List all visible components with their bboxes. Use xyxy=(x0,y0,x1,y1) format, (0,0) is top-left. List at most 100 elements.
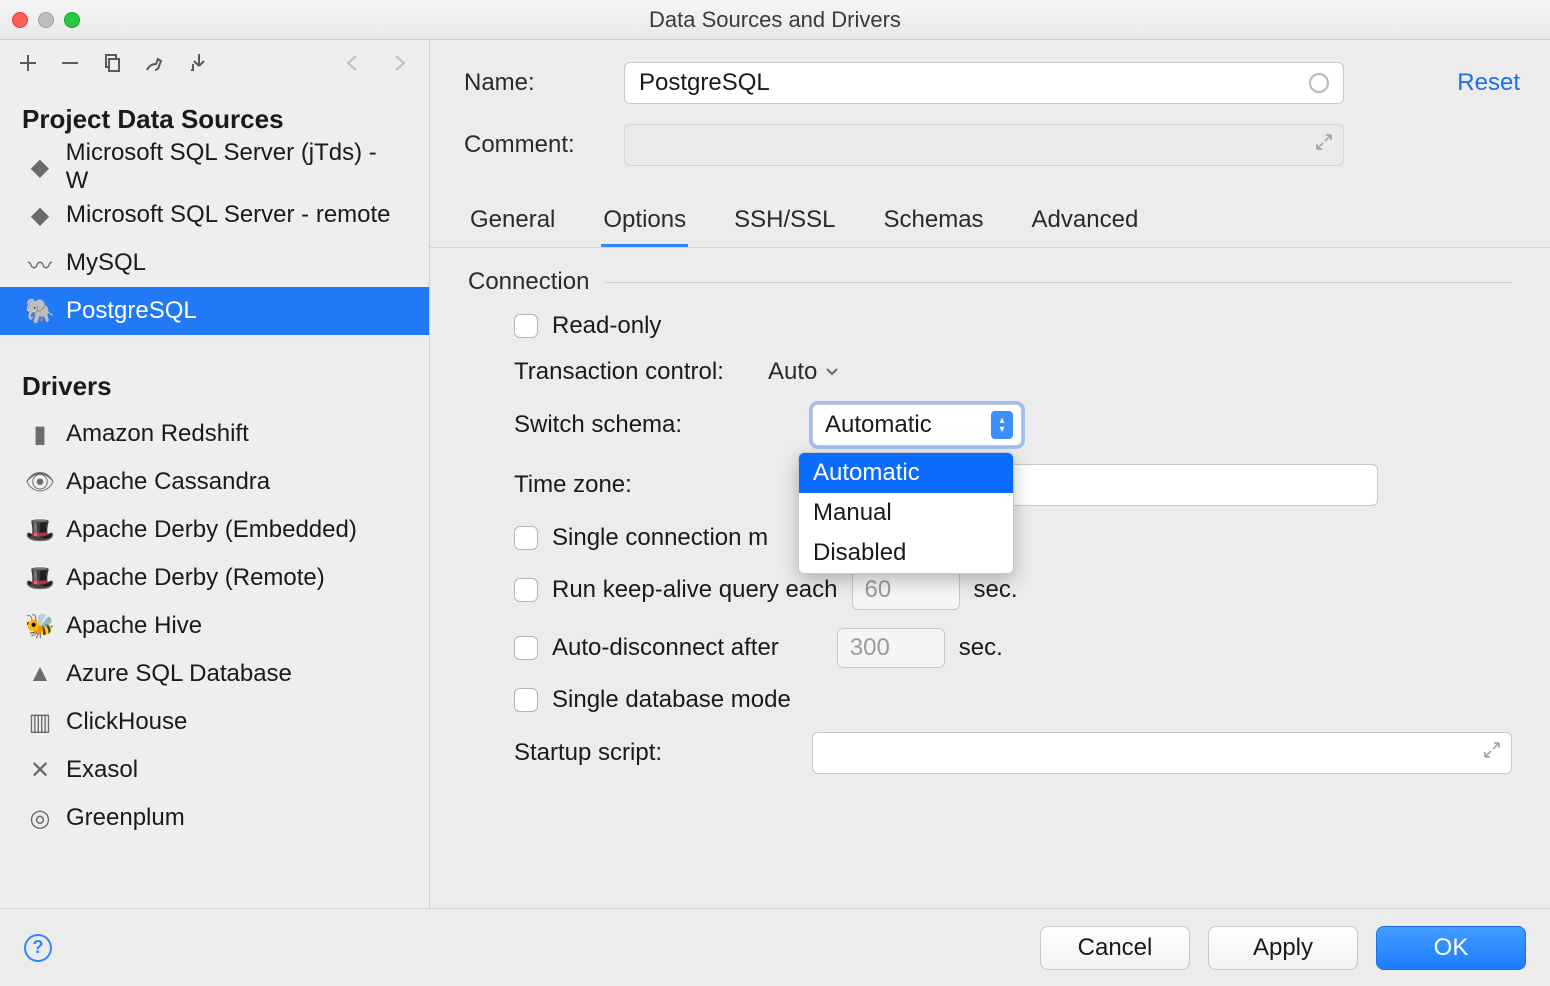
seconds-label: sec. xyxy=(959,634,1003,662)
nav-forward-button[interactable] xyxy=(387,53,411,73)
tab-schemas[interactable]: Schemas xyxy=(882,196,986,247)
switch-schema-dropdown: Automatic Manual Disabled xyxy=(798,452,1014,574)
tabs: General Options SSH/SSL Schemas Advanced xyxy=(430,186,1550,248)
list-item-label: Azure SQL Database xyxy=(66,660,292,688)
mysql-icon: 〰 xyxy=(28,246,52,281)
project-data-sources-title: Project Data Sources xyxy=(0,86,429,143)
title-bar: Data Sources and Drivers xyxy=(0,0,1550,40)
list-item-label: ClickHouse xyxy=(66,708,187,736)
list-item-label: Apache Cassandra xyxy=(66,468,270,496)
dialog-footer: ? Cancel Apply OK xyxy=(0,908,1550,986)
list-item-label: Apache Derby (Embedded) xyxy=(66,516,357,544)
startup-script-label: Startup script: xyxy=(514,739,798,767)
derby-icon: 🎩 xyxy=(28,516,52,545)
single-database-label: Single database mode xyxy=(552,686,791,714)
chevron-up-down-icon: ▴▾ xyxy=(991,411,1013,439)
startup-script-input[interactable] xyxy=(812,732,1512,774)
settings-button[interactable] xyxy=(144,52,166,74)
driver-apache-cassandra[interactable]: 👁 Apache Cassandra xyxy=(0,458,429,506)
list-item-label: MySQL xyxy=(66,249,146,277)
expand-icon[interactable] xyxy=(1315,133,1333,151)
single-connection-checkbox[interactable] xyxy=(514,526,538,550)
list-item-label: PostgreSQL xyxy=(66,297,197,325)
add-button[interactable] xyxy=(18,53,38,73)
drivers-title: Drivers xyxy=(0,353,429,410)
apply-button[interactable]: Apply xyxy=(1208,926,1358,970)
single-database-checkbox[interactable] xyxy=(514,688,538,712)
switch-schema-option-automatic[interactable]: Automatic xyxy=(799,453,1013,493)
cassandra-icon: 👁 xyxy=(28,468,52,497)
clickhouse-icon: ▥ xyxy=(28,708,52,737)
project-item-mssql-jtds[interactable]: ◆Microsoft SQL Server (jTds) - W xyxy=(0,143,429,191)
driver-apache-derby-embedded[interactable]: 🎩 Apache Derby (Embedded) xyxy=(0,506,429,554)
autodisconnect-interval-input[interactable] xyxy=(837,628,945,668)
readonly-label: Read-only xyxy=(552,312,661,340)
tab-ssh-ssl[interactable]: SSH/SSL xyxy=(732,196,837,247)
transaction-control-select[interactable]: Auto xyxy=(768,358,839,386)
readonly-checkbox[interactable] xyxy=(514,314,538,338)
project-item-postgresql[interactable]: 🐘 PostgreSQL xyxy=(0,287,429,335)
driver-greenplum[interactable]: ◎ Greenplum xyxy=(0,794,429,842)
comment-label: Comment: xyxy=(464,131,624,159)
switch-schema-option-disabled[interactable]: Disabled xyxy=(799,533,1013,573)
list-item-label: Greenplum xyxy=(66,804,185,832)
keepalive-label: Run keep-alive query each xyxy=(552,576,838,604)
driver-exasol[interactable]: ✕ Exasol xyxy=(0,746,429,794)
sidebar-toolbar xyxy=(0,40,429,86)
remove-button[interactable] xyxy=(60,53,80,73)
driver-apache-derby-remote[interactable]: 🎩 Apache Derby (Remote) xyxy=(0,554,429,602)
driver-clickhouse[interactable]: ▥ ClickHouse xyxy=(0,698,429,746)
driver-apache-hive[interactable]: 🐝 Apache Hive xyxy=(0,602,429,650)
timezone-label: Time zone: xyxy=(514,471,754,499)
comment-input[interactable] xyxy=(624,124,1344,166)
transaction-control-label: Transaction control: xyxy=(514,358,754,386)
ok-button[interactable]: OK xyxy=(1376,926,1526,970)
window-title: Data Sources and Drivers xyxy=(0,7,1550,33)
color-indicator-icon[interactable] xyxy=(1309,73,1329,93)
autodisconnect-checkbox[interactable] xyxy=(514,636,538,660)
cancel-button[interactable]: Cancel xyxy=(1040,926,1190,970)
list-item-label: Apache Derby (Remote) xyxy=(66,564,325,592)
switch-schema-option-manual[interactable]: Manual xyxy=(799,493,1013,533)
switch-schema-label: Switch schema: xyxy=(514,411,798,439)
transaction-control-value: Auto xyxy=(768,358,817,386)
single-connection-label: Single connection m xyxy=(552,524,768,552)
switch-schema-value: Automatic xyxy=(825,411,932,439)
mssql-icon: ◆ xyxy=(28,153,52,182)
azure-icon: ▲ xyxy=(28,660,52,688)
name-input[interactable]: PostgreSQL xyxy=(624,62,1344,104)
project-data-sources-list: ◆Microsoft SQL Server (jTds) - W ◆ Micros… xyxy=(0,143,429,335)
hive-icon: 🐝 xyxy=(28,612,52,641)
redshift-icon: ▮ xyxy=(28,420,52,449)
driver-azure-sql[interactable]: ▲ Azure SQL Database xyxy=(0,650,429,698)
reset-link[interactable]: Reset xyxy=(1457,69,1520,97)
derby-icon: 🎩 xyxy=(28,564,52,593)
exasol-icon: ✕ xyxy=(28,756,52,785)
name-value: PostgreSQL xyxy=(639,69,770,97)
list-item-label: Microsoft SQL Server (jTds) - W xyxy=(66,139,401,195)
expand-icon[interactable] xyxy=(1483,741,1501,759)
keepalive-interval-input[interactable] xyxy=(852,570,960,610)
list-item-label: Microsoft SQL Server - remote xyxy=(66,201,391,229)
seconds-label: sec. xyxy=(974,576,1018,604)
nav-back-button[interactable] xyxy=(341,53,365,73)
tab-advanced[interactable]: Advanced xyxy=(1030,196,1141,247)
import-button[interactable] xyxy=(188,52,210,74)
help-button[interactable]: ? xyxy=(24,934,52,962)
postgresql-icon: 🐘 xyxy=(28,297,52,326)
list-item-label: Exasol xyxy=(66,756,138,784)
list-item-label: Apache Hive xyxy=(66,612,202,640)
name-label: Name: xyxy=(464,69,624,97)
mssql-icon: ◆ xyxy=(28,201,52,230)
tab-general[interactable]: General xyxy=(468,196,557,247)
main-panel: Name: PostgreSQL Reset Comment: General … xyxy=(430,40,1550,908)
project-item-mysql[interactable]: 〰 MySQL xyxy=(0,239,429,287)
connection-group-title: Connection xyxy=(468,268,589,296)
switch-schema-select[interactable]: Automatic ▴▾ xyxy=(812,404,1022,446)
keepalive-checkbox[interactable] xyxy=(514,578,538,602)
driver-amazon-redshift[interactable]: ▮Amazon Redshift xyxy=(0,410,429,458)
tab-options[interactable]: Options xyxy=(601,196,688,247)
greenplum-icon: ◎ xyxy=(28,804,52,833)
project-item-mssql-remote[interactable]: ◆ Microsoft SQL Server - remote xyxy=(0,191,429,239)
copy-button[interactable] xyxy=(102,53,122,73)
